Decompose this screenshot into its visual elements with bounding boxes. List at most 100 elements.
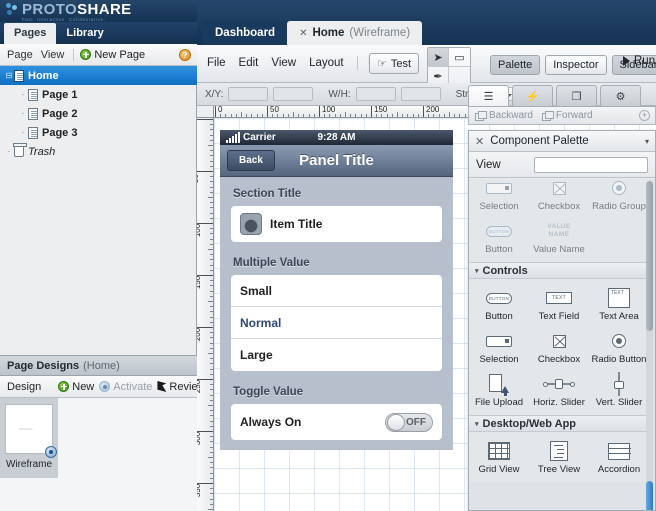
tab-dashboard[interactable]: Dashboard: [203, 21, 288, 45]
tree-item-page-1[interactable]: · Page 1: [0, 85, 197, 104]
tree-item-page-2[interactable]: · Page 2: [0, 104, 197, 123]
tab-home-wireframe[interactable]: ✕ Home (Wireframe): [287, 21, 423, 45]
width-input[interactable]: [355, 87, 396, 101]
back-button[interactable]: Back: [227, 150, 275, 171]
tree-item-home[interactable]: ⊟ Home: [0, 66, 197, 85]
ruler-tick-label: 200: [197, 327, 203, 342]
palette-item-vertical-slider[interactable]: Vert. Slider: [589, 369, 649, 412]
run-button[interactable]: Run: [623, 55, 655, 67]
ruler-tick: 150: [197, 275, 213, 289]
add-icon[interactable]: +: [639, 110, 650, 121]
tree-item-trash[interactable]: · Trash: [0, 142, 197, 161]
palette-item-horizontal-slider[interactable]: Horiz. Slider: [529, 369, 589, 412]
chevron-down-icon[interactable]: ▾: [645, 137, 649, 146]
ruler-minor-tick: [208, 301, 213, 302]
scrollbar-thumb-lower[interactable]: [646, 481, 653, 510]
palette-item-accordion[interactable]: Accordion: [589, 436, 649, 479]
ruler-minor-tick: [230, 114, 232, 117]
palette-item-radio-group-drag[interactable]: Radio Group: [589, 179, 649, 216]
ruler-tick-label: 150: [374, 106, 388, 114]
ruler-minor-tick: [210, 207, 213, 209]
palette-item-selection[interactable]: Selection: [469, 326, 529, 369]
ruler-minor-tick: [220, 114, 222, 117]
settings-tab[interactable]: ⚙: [600, 85, 641, 106]
tree-twisty[interactable]: ⊟: [4, 71, 14, 80]
close-icon[interactable]: ✕: [299, 27, 307, 40]
menu-layout[interactable]: Layout: [309, 57, 357, 69]
page-menu[interactable]: Page: [7, 49, 41, 61]
ruler-minor-tick: [210, 280, 213, 282]
ruler-tick: 200: [423, 106, 439, 117]
palette-scrollbar[interactable]: [646, 181, 653, 510]
inspector-button[interactable]: Inspector: [545, 55, 607, 75]
ruler-minor-tick: [210, 410, 213, 412]
ruler-tick-label: 200: [426, 106, 440, 114]
palette-scroll-area[interactable]: Selection Checkbox Radio Group BUTTON Bu…: [469, 179, 655, 510]
ruler-minor-tick: [210, 415, 213, 417]
palette-item-selection-drag[interactable]: Selection: [469, 179, 529, 216]
design-thumbnail-wireframe[interactable]: Wireframe Wireframe: [0, 398, 58, 478]
list-item[interactable]: Always On OFF: [231, 404, 442, 440]
y-input[interactable]: [273, 87, 314, 101]
list-item[interactable]: Small: [231, 275, 442, 307]
palette-item-file-upload[interactable]: File Upload: [469, 369, 529, 412]
palette-button[interactable]: Palette: [490, 55, 541, 75]
ruler-minor-tick: [459, 114, 461, 117]
palette-group-desktop-header[interactable]: ▾ Desktop/Web App: [469, 415, 649, 432]
mobile-panel-mockup[interactable]: Carrier 9:28 AM Back Panel Title Section…: [220, 130, 453, 450]
palette-item-checkbox-drag[interactable]: Checkbox: [529, 179, 589, 216]
list-item[interactable]: Normal: [231, 307, 442, 339]
outline-tab[interactable]: ☰: [468, 85, 509, 106]
comment-tool[interactable]: ▭: [449, 48, 470, 67]
tool-palette-group: ➤ ▭ ✒: [427, 47, 471, 87]
backward-button[interactable]: Backward: [475, 110, 533, 121]
palette-item-label: Text Field: [538, 311, 580, 322]
palette-item-grid-view[interactable]: Grid View: [469, 436, 529, 479]
close-icon[interactable]: ✕: [475, 135, 484, 148]
palette-item-checkbox[interactable]: Checkbox: [529, 326, 589, 369]
palette-item-value-name[interactable]: VALUE NAME Value Name: [529, 216, 589, 259]
tab-pages[interactable]: Pages: [4, 23, 57, 44]
ruler-minor-tick: [210, 202, 213, 204]
new-page-button[interactable]: New Page: [80, 49, 145, 61]
scrollbar-thumb-upper[interactable]: [646, 181, 653, 331]
palette-search-input[interactable]: [534, 156, 648, 173]
vertical-ruler: 050100150200250300350400: [197, 118, 214, 511]
page-designs-toolbar: Design New Activate Review: [0, 376, 205, 398]
menu-edit[interactable]: Edit: [239, 57, 272, 69]
menu-view[interactable]: View: [271, 57, 309, 69]
tab-library[interactable]: Library: [56, 23, 113, 44]
palette-item-text-area[interactable]: TEXT Text Area: [589, 283, 649, 326]
palette-item-radio-button[interactable]: Radio Button: [589, 326, 649, 369]
ruler-minor-tick: [210, 358, 213, 360]
height-input[interactable]: [400, 87, 441, 101]
list-item[interactable]: Item Title: [231, 206, 442, 242]
page-designs-context: (Home): [83, 359, 120, 372]
view-menu[interactable]: View: [41, 49, 73, 61]
palette-item-text-field[interactable]: TEXT Text Field: [529, 283, 589, 326]
comments-tab[interactable]: ❐: [556, 85, 597, 106]
ruler-minor-tick: [208, 405, 213, 406]
test-button[interactable]: ☞ Test: [369, 53, 420, 74]
tree-item-page-3[interactable]: · Page 3: [0, 123, 197, 142]
ruler-minor-tick: [210, 285, 213, 287]
palette-group-controls-header[interactable]: ▾ Controls: [469, 262, 649, 279]
ruler-minor-tick: [386, 114, 388, 117]
ruler-minor-tick: [208, 509, 213, 510]
palette-item-tree-view[interactable]: Tree View: [529, 436, 589, 479]
toggle-switch[interactable]: OFF: [385, 412, 433, 432]
activate-button[interactable]: Activate: [99, 381, 152, 393]
protoshare-logo[interactable]: PROTOSHARE Fast. Interactive. Collaborat…: [6, 2, 132, 22]
help-icon[interactable]: ?: [179, 48, 191, 61]
interactions-tab[interactable]: ⚡: [512, 85, 553, 106]
palette-item-button[interactable]: BUTTON Button: [469, 283, 529, 326]
design-menu[interactable]: Design: [7, 381, 41, 393]
x-input[interactable]: [228, 87, 269, 101]
new-design-button[interactable]: New: [58, 381, 94, 393]
list-item[interactable]: Large: [231, 339, 442, 371]
pointer-tool[interactable]: ➤: [428, 48, 449, 67]
forward-button[interactable]: Forward: [541, 110, 593, 121]
palette-item-button-drag[interactable]: BUTTON Button: [469, 216, 529, 259]
menu-file[interactable]: File: [207, 57, 239, 69]
ruler-minor-tick: [210, 269, 213, 271]
